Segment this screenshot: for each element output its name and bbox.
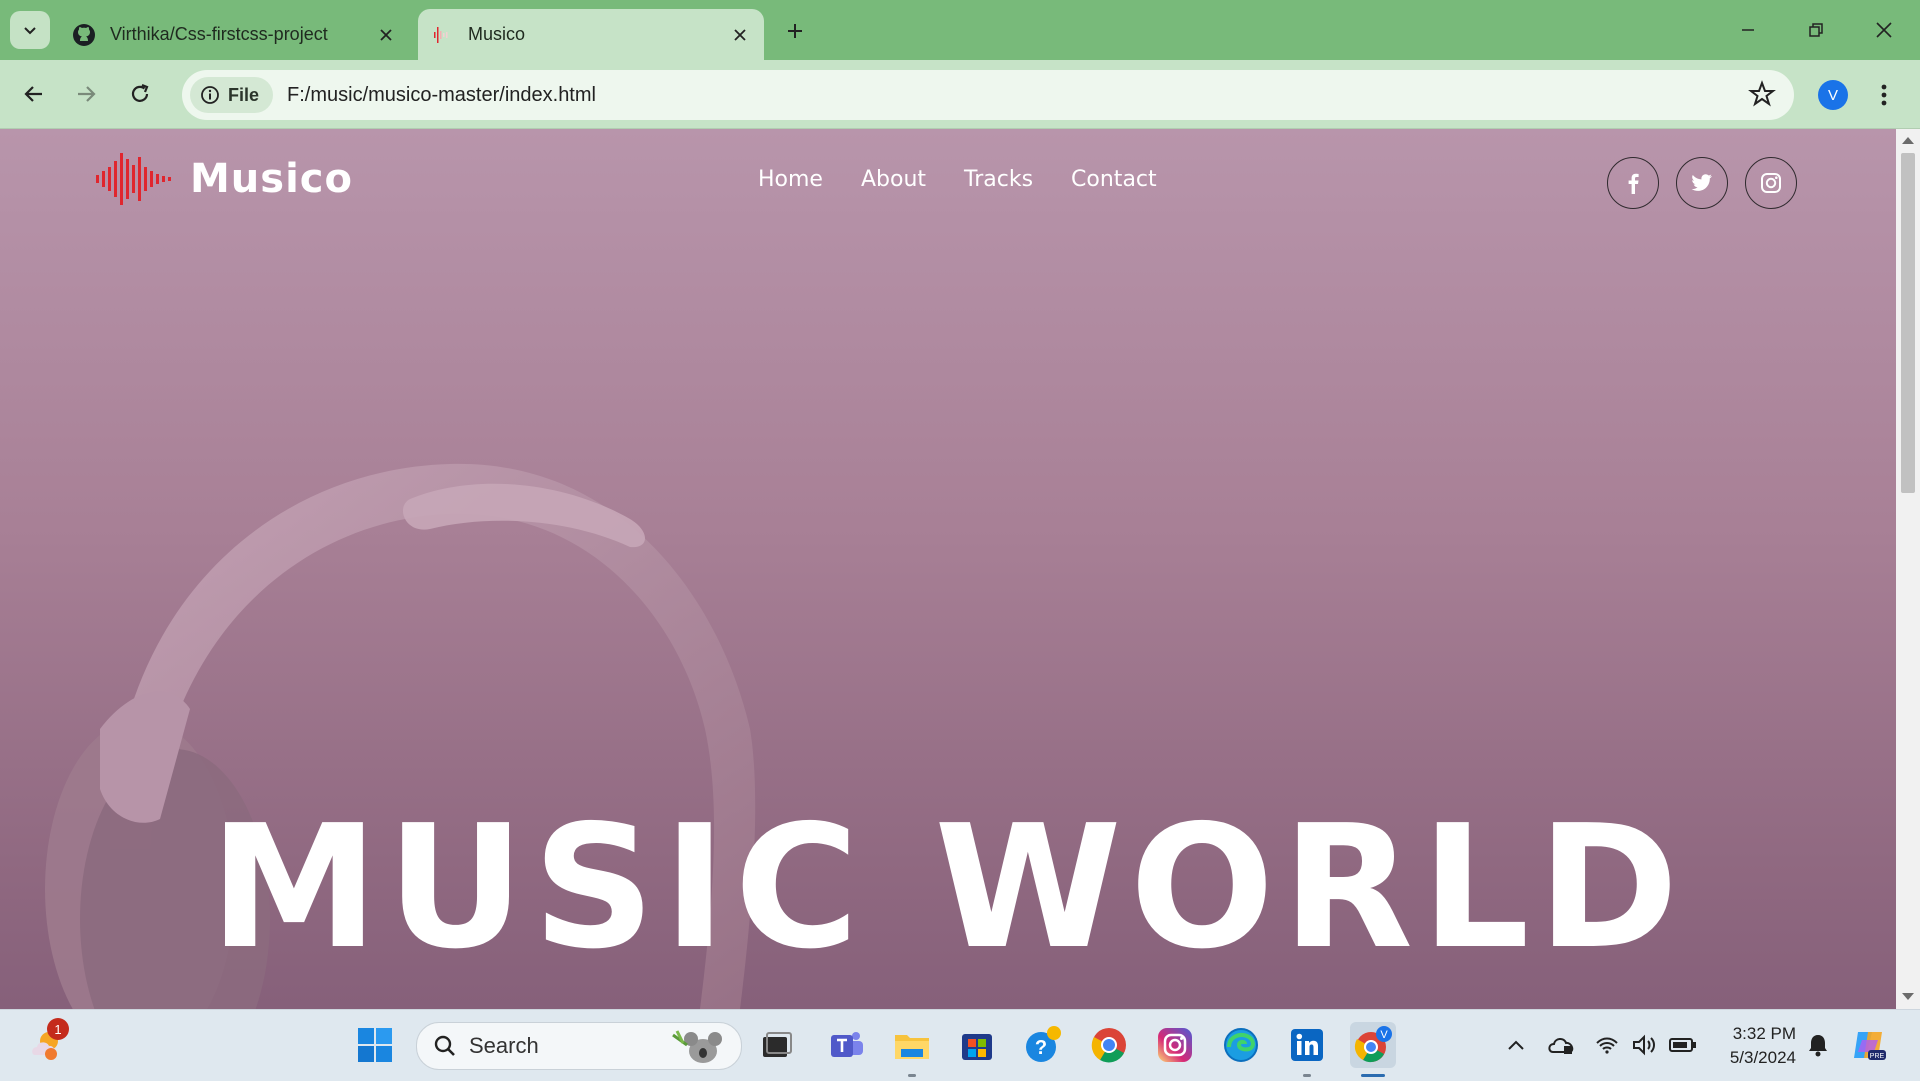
notification-badge: 1 — [47, 1018, 69, 1040]
site-header: Musico Home About Tracks Contact — [0, 129, 1896, 229]
back-button[interactable] — [14, 74, 54, 114]
reload-button[interactable] — [120, 74, 160, 114]
chevron-up-icon[interactable] — [1494, 1022, 1538, 1068]
edge-icon[interactable] — [1218, 1022, 1264, 1068]
hero-title: MUSIC WORLD — [209, 788, 1687, 987]
linkedin-icon[interactable] — [1284, 1022, 1330, 1068]
wifi-icon[interactable] — [1588, 1022, 1626, 1068]
forward-button[interactable] — [66, 74, 106, 114]
main-nav: Home About Tracks Contact — [758, 167, 1157, 192]
twitter-button[interactable] — [1676, 157, 1728, 209]
svg-text:PRE: PRE — [1870, 1053, 1885, 1060]
close-tab-icon[interactable] — [372, 21, 400, 49]
page-viewport: Musico Home About Tracks Contact MUSIC W… — [0, 129, 1896, 1009]
nav-home[interactable]: Home — [758, 167, 823, 192]
nav-contact[interactable]: Contact — [1071, 167, 1157, 192]
url-text[interactable]: F:/music/musico-master/index.html — [287, 84, 596, 107]
logo-text: Musico — [190, 156, 353, 202]
new-tab-button[interactable] — [780, 16, 810, 46]
tab-title: Virthika/Css-firstcss-project — [110, 24, 328, 44]
file-explorer-icon[interactable] — [889, 1022, 935, 1068]
browser-menu-icon[interactable] — [1872, 78, 1896, 112]
tab-search-button[interactable] — [10, 11, 50, 49]
site-info-label: File — [228, 84, 260, 105]
clock-date: 5/3/2024 — [1729, 1048, 1796, 1067]
reload-icon — [131, 83, 149, 102]
minimize-button[interactable] — [1726, 12, 1770, 48]
active-indicator — [1361, 1074, 1385, 1077]
windows-taskbar: Search ? V 3:32 PM 5/3/2024 PRE — [0, 1009, 1920, 1081]
close-tab-icon[interactable] — [726, 21, 754, 49]
close-icon — [1876, 22, 1892, 38]
running-indicator — [908, 1074, 916, 1077]
minimize-icon — [1742, 29, 1754, 31]
arrow-right-icon — [78, 86, 96, 102]
chrome-icon[interactable] — [1086, 1022, 1132, 1068]
restore-button[interactable] — [1794, 12, 1838, 48]
close-window-button[interactable] — [1862, 12, 1906, 48]
notification-bell-icon[interactable] — [1800, 1022, 1836, 1068]
github-icon — [72, 23, 96, 47]
scroll-thumb[interactable] — [1901, 153, 1915, 493]
battery-icon[interactable] — [1664, 1022, 1702, 1068]
clock-time: 3:32 PM — [1732, 1024, 1796, 1043]
scroll-up-icon[interactable] — [1902, 137, 1914, 144]
tab-strip: Virthika/Css-firstcss-project Musico — [0, 0, 1920, 60]
scroll-down-icon[interactable] — [1902, 993, 1914, 1000]
arrow-left-icon — [24, 86, 42, 102]
store-icon[interactable] — [954, 1022, 1000, 1068]
musico-favicon-icon — [430, 23, 454, 47]
site-info-chip[interactable]: File — [190, 77, 274, 113]
bookmark-star-icon[interactable] — [1748, 80, 1776, 113]
profile-avatar[interactable]: V — [1818, 80, 1848, 110]
site-logo[interactable]: Musico — [96, 151, 353, 207]
nav-tracks[interactable]: Tracks — [964, 167, 1033, 192]
page-scrollbar[interactable] — [1896, 129, 1920, 1009]
taskbar-search[interactable]: Search — [416, 1022, 742, 1070]
running-indicator — [1303, 1074, 1311, 1077]
twitter-icon — [1691, 174, 1712, 191]
instagram-button[interactable] — [1745, 157, 1797, 209]
svg-text:V: V — [1380, 1029, 1388, 1041]
svg-text:?: ? — [1035, 1037, 1047, 1059]
instagram-app-icon[interactable] — [1152, 1022, 1198, 1068]
task-view-icon[interactable] — [754, 1022, 800, 1068]
browser-toolbar: File F:/music/musico-master/index.html V — [0, 60, 1920, 129]
tab-title: Musico — [468, 24, 526, 44]
onedrive-icon[interactable] — [1540, 1022, 1584, 1068]
tab-github[interactable]: Virthika/Css-firstcss-project — [60, 9, 410, 60]
chevron-down-icon — [24, 27, 36, 35]
info-icon — [201, 86, 219, 104]
koala-icon — [672, 1030, 722, 1063]
tab-musico[interactable]: Musico — [418, 9, 764, 60]
search-icon — [434, 1035, 455, 1056]
address-bar[interactable]: File F:/music/musico-master/index.html — [182, 70, 1794, 120]
search-placeholder: Search — [469, 1033, 539, 1058]
volume-icon[interactable] — [1626, 1022, 1664, 1068]
nav-about[interactable]: About — [861, 167, 926, 192]
copilot-icon[interactable]: PRE — [1846, 1022, 1892, 1068]
start-icon[interactable] — [352, 1022, 398, 1068]
help-icon[interactable]: ? — [1020, 1022, 1066, 1068]
chrome-profile-icon[interactable]: V — [1350, 1022, 1396, 1068]
teams-icon[interactable] — [824, 1022, 870, 1068]
plus-icon — [788, 24, 802, 38]
restore-icon — [1809, 23, 1823, 37]
facebook-icon — [1628, 173, 1639, 194]
sound-wave-logo-icon — [96, 153, 171, 205]
system-clock[interactable]: 3:32 PM 5/3/2024 — [1712, 1022, 1796, 1070]
facebook-button[interactable] — [1607, 157, 1659, 209]
instagram-icon — [1761, 173, 1781, 193]
